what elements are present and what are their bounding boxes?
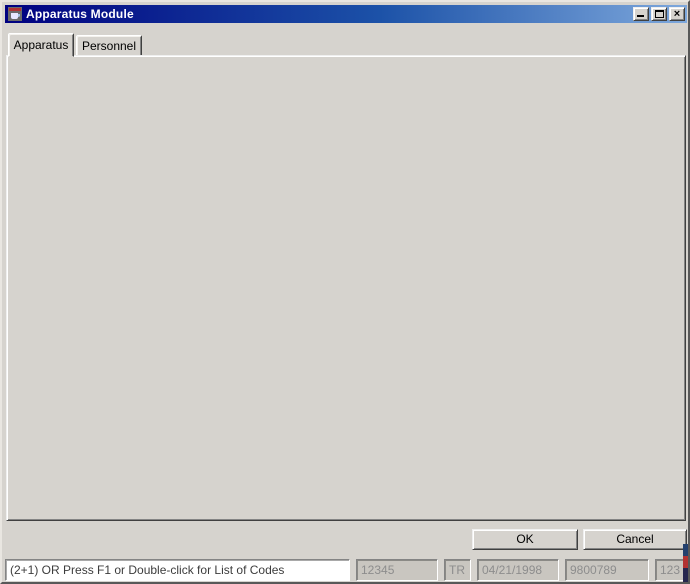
status-message: (2+1) OR Press F1 or Double-click for Li…: [5, 559, 350, 581]
app-icon: [8, 7, 22, 21]
minimize-button-icon[interactable]: [633, 7, 649, 21]
status-field-date: 04/21/1998: [477, 559, 559, 581]
title-bar[interactable]: Apparatus Module ×: [5, 5, 687, 23]
tab-personnel[interactable]: Personnel: [76, 35, 142, 57]
status-field-incident: 9800789: [565, 559, 649, 581]
maximize-button-icon[interactable]: [651, 7, 667, 21]
close-button-icon[interactable]: ×: [669, 7, 685, 21]
window-title: Apparatus Module: [26, 7, 134, 21]
ok-button[interactable]: OK: [472, 529, 578, 550]
background-window-edge: [683, 544, 688, 582]
status-field-fdid: 12345: [356, 559, 438, 581]
cancel-button[interactable]: Cancel: [583, 529, 687, 550]
status-field-state: TR: [444, 559, 471, 581]
apparatus-module-window: Apparatus Module × Apparatus Personnel I…: [0, 0, 690, 584]
tab-apparatus[interactable]: Apparatus: [8, 33, 74, 57]
apparatus-tab-page: [6, 55, 686, 521]
